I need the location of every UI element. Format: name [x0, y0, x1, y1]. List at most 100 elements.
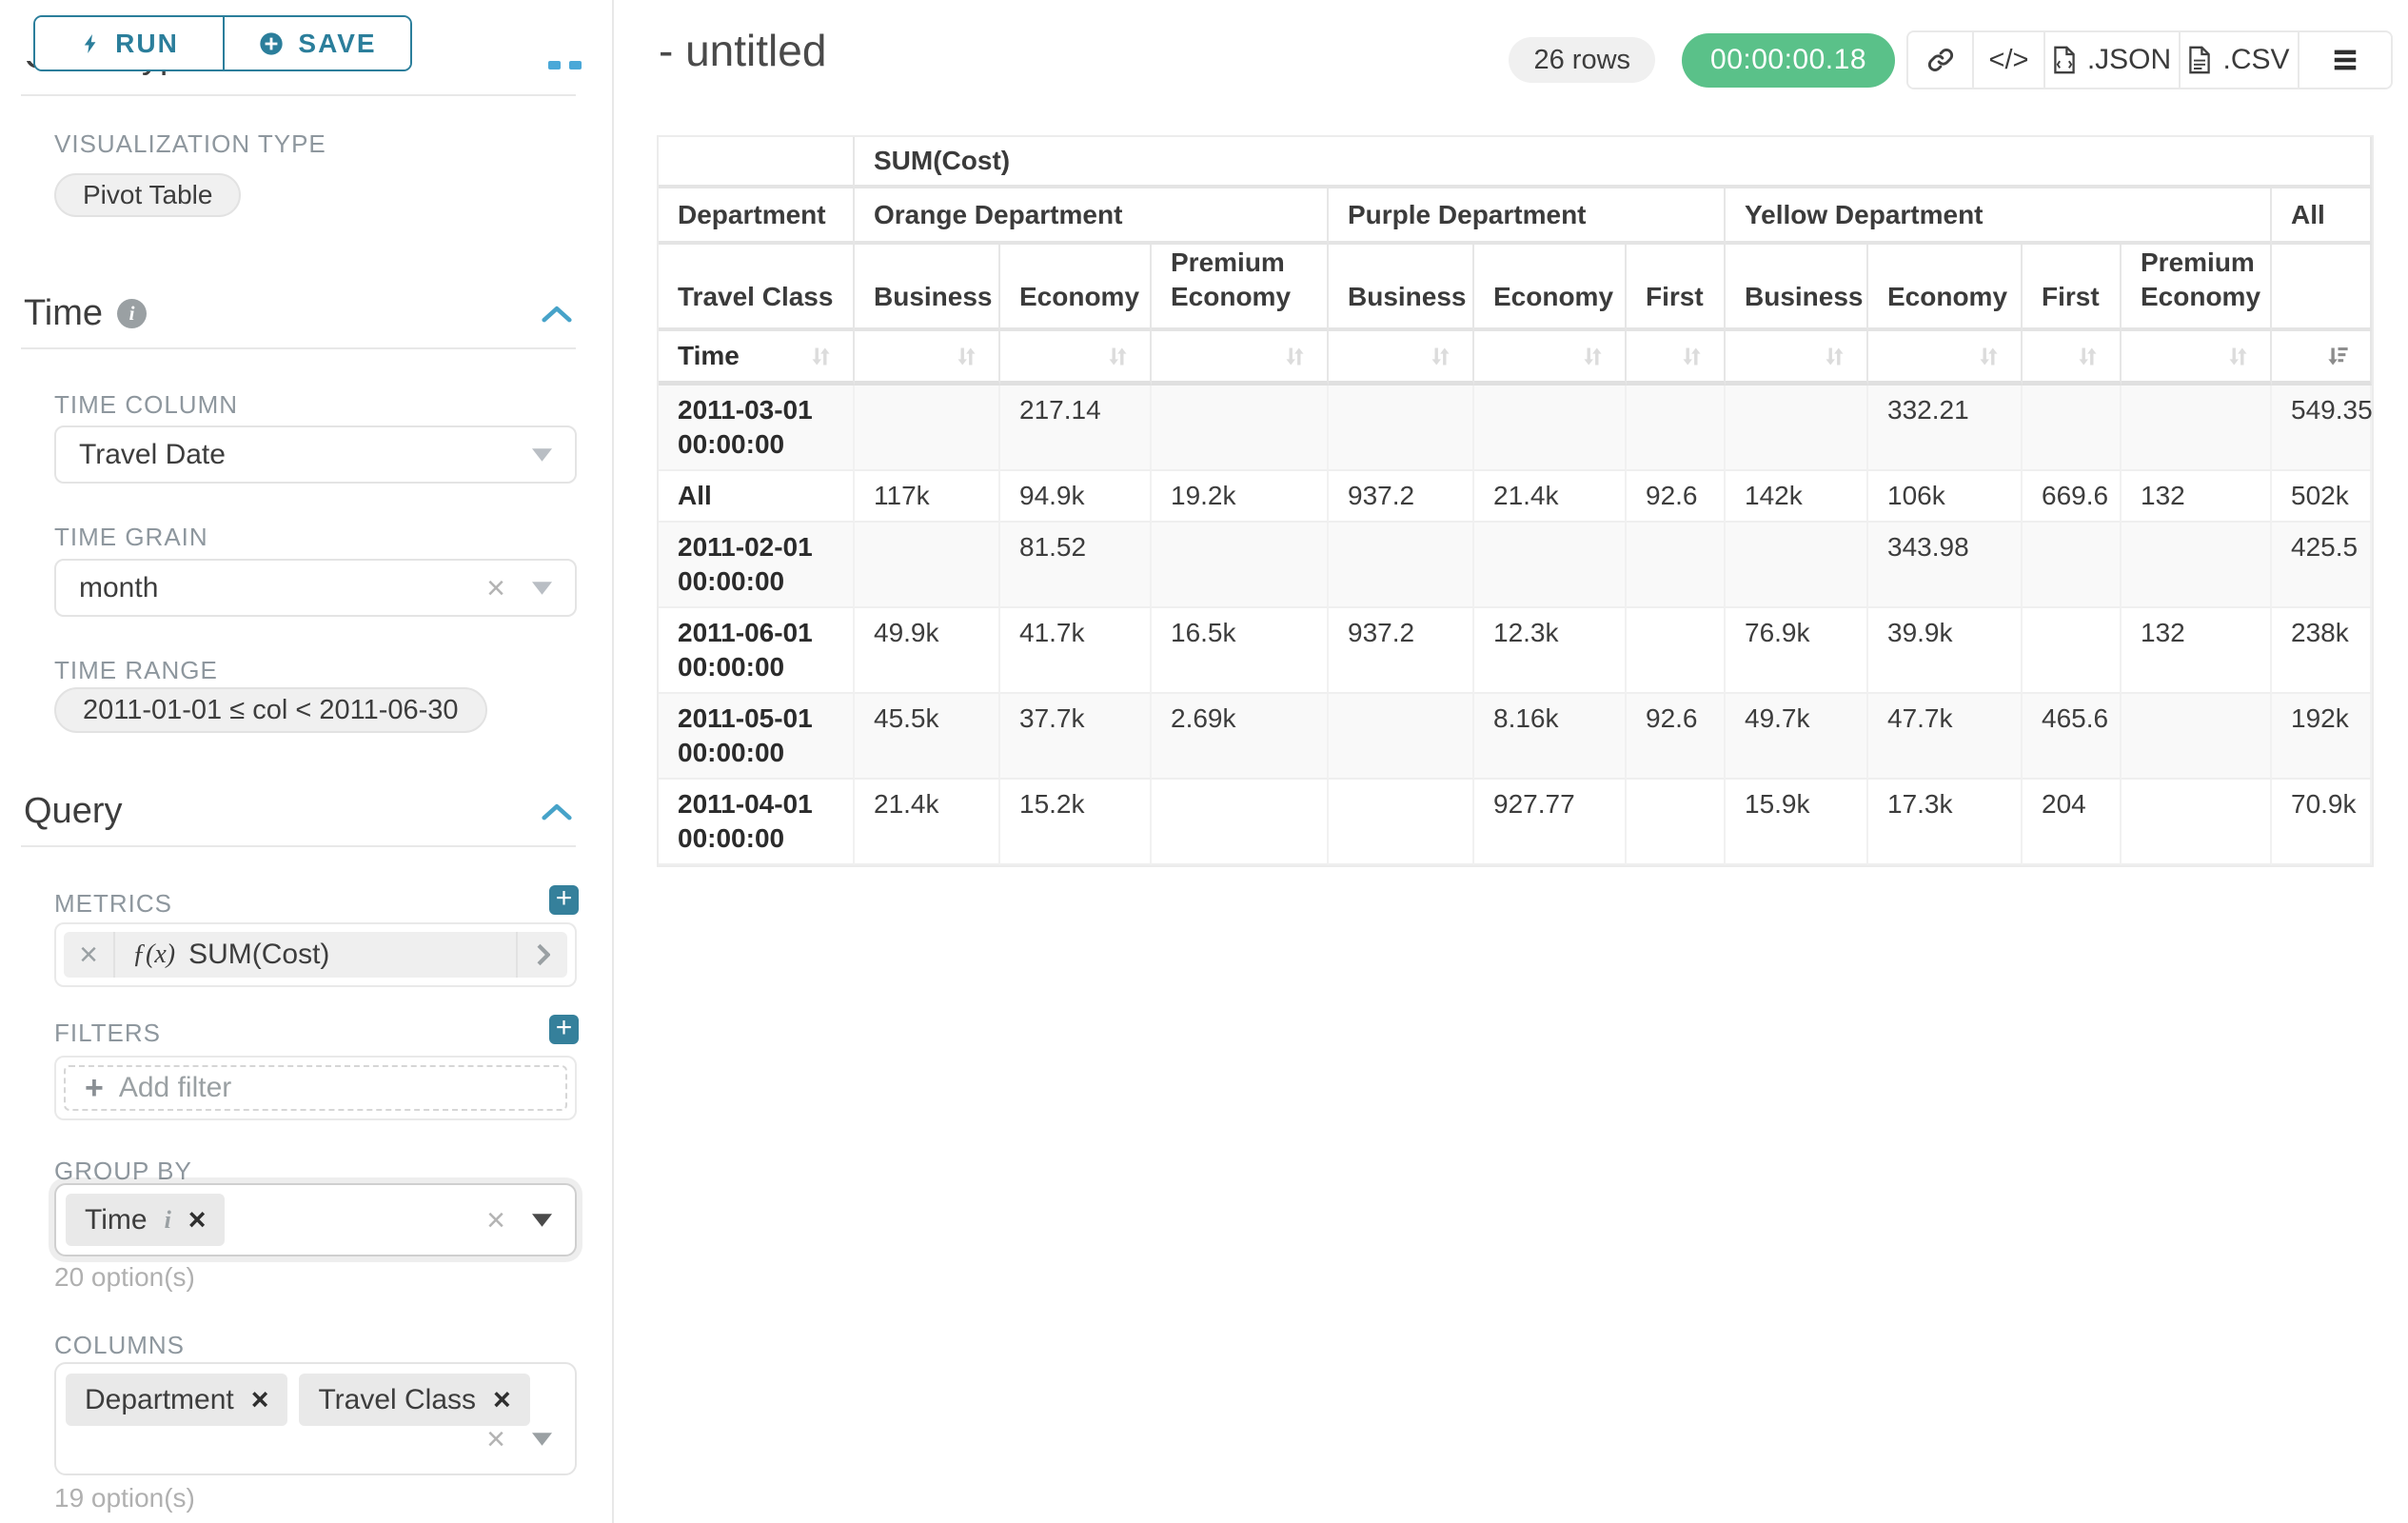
time-range-label: TIME RANGE	[54, 656, 218, 685]
metrics-container: × ƒ(x) SUM(Cost)	[54, 922, 577, 987]
pivot-cell	[1627, 386, 1726, 471]
save-button-label: SAVE	[298, 29, 376, 59]
table-row: 2011-04-01 00:00:0021.4k15.2k927.7715.9k…	[659, 780, 2372, 865]
add-filter-plus-button[interactable]: +	[549, 1015, 579, 1044]
pivot-cell	[2122, 694, 2272, 780]
sort-header[interactable]	[855, 331, 1000, 386]
table-row: All117k94.9k19.2k937.221.4k92.6142k106k6…	[659, 471, 2372, 523]
more-options-button[interactable]	[2298, 32, 2391, 88]
sort-header[interactable]	[2023, 331, 2122, 386]
export-json-button[interactable]: .JSON	[2043, 32, 2179, 88]
pivot-subcol-header: First	[2023, 245, 2122, 331]
chevron-up-icon[interactable]	[542, 305, 572, 323]
group-by-label: GROUP BY	[54, 1157, 192, 1186]
sort-header[interactable]	[1152, 331, 1329, 386]
info-icon[interactable]: i	[165, 1206, 171, 1235]
time-section-header[interactable]: Time i	[24, 293, 147, 334]
remove-tag-icon[interactable]: ×	[493, 1382, 511, 1417]
group-by-options-count: 20 option(s)	[54, 1262, 195, 1293]
share-link-button[interactable]	[1908, 32, 1972, 88]
code-icon: </>	[1989, 45, 2029, 76]
filters-container: + Add filter	[54, 1056, 577, 1120]
clear-icon[interactable]: ×	[486, 1423, 505, 1455]
remove-metric-icon[interactable]: ×	[64, 932, 115, 978]
chart-title[interactable]: - untitled	[659, 25, 826, 76]
sort-header[interactable]	[1329, 331, 1474, 386]
sort-header[interactable]	[1726, 331, 1868, 386]
sort-header[interactable]	[1474, 331, 1627, 386]
pivot-cell: 238k	[2272, 608, 2372, 694]
sort-header[interactable]	[2272, 331, 2372, 386]
pivot-cell: 132	[2122, 608, 2272, 694]
pivot-subcol-header: Economy	[1474, 245, 1627, 331]
pivot-cell: 76.9k	[1726, 608, 1868, 694]
save-button[interactable]: SAVE	[223, 17, 410, 69]
pivot-cell	[1329, 523, 1474, 608]
group-by-tag[interactable]: Time i ×	[66, 1194, 225, 1246]
lightning-bolt-icon	[79, 30, 102, 58]
clear-icon[interactable]: ×	[486, 1204, 505, 1236]
pivot-cell: 37.7k	[1000, 694, 1152, 780]
group-by-select[interactable]: Time i × ×	[54, 1183, 577, 1256]
sort-arrows-icon	[1976, 344, 2002, 369]
row-dim-label: Time	[678, 339, 740, 373]
visualization-type-label: VISUALIZATION TYPE	[54, 129, 326, 159]
pivot-subcol-header: First	[1627, 245, 1726, 331]
time-range-pill[interactable]: 2011-01-01 ≤ col < 2011-06-30	[54, 687, 487, 733]
pivot-cell: 192k	[2272, 694, 2372, 780]
pivot-cell: 45.5k	[855, 694, 1000, 780]
pivot-cell	[1329, 780, 1474, 865]
sort-header[interactable]	[1627, 331, 1726, 386]
remove-tag-icon[interactable]: ×	[188, 1202, 207, 1237]
hamburger-menu-icon	[2331, 46, 2359, 74]
columns-tag[interactable]: Department ×	[66, 1374, 287, 1426]
pivot-cell: 17.3k	[1868, 780, 2023, 865]
table-row: 2011-03-01 00:00:00217.14332.21549.35	[659, 386, 2372, 471]
pivot-cell: 70.9k	[2272, 780, 2372, 865]
caret-down-icon[interactable]	[532, 582, 552, 595]
sort-header[interactable]	[1000, 331, 1152, 386]
clear-icon[interactable]: ×	[486, 572, 505, 604]
pivot-cell: 8.16k	[1474, 694, 1627, 780]
query-section-title: Query	[24, 791, 122, 832]
chevron-right-icon[interactable]	[516, 932, 567, 978]
time-grain-label: TIME GRAIN	[54, 523, 208, 552]
query-section-header[interactable]: Query	[24, 791, 122, 832]
sort-arrows-icon	[2075, 344, 2101, 369]
add-metric-button[interactable]: +	[549, 885, 579, 915]
add-filter-button[interactable]: + Add filter	[64, 1065, 567, 1111]
pivot-cell: 16.5k	[1152, 608, 1329, 694]
pivot-cell	[1152, 386, 1329, 471]
remove-tag-icon[interactable]: ×	[251, 1382, 269, 1417]
sort-header[interactable]	[2122, 331, 2272, 386]
pivot-cell	[2122, 523, 2272, 608]
link-icon	[1926, 46, 1955, 74]
pivot-cell: 465.6	[2023, 694, 2122, 780]
sort-arrows-icon	[2225, 344, 2251, 369]
caret-down-icon[interactable]	[532, 1214, 552, 1227]
sort-arrows-icon	[1822, 344, 1847, 369]
columns-tag[interactable]: Travel Class ×	[299, 1374, 529, 1426]
info-icon[interactable]: i	[117, 299, 147, 328]
sort-arrows-icon	[1428, 344, 1453, 369]
table-row: 2011-05-01 00:00:0045.5k37.7k2.69k8.16k9…	[659, 694, 2372, 780]
sort-header[interactable]	[1868, 331, 2023, 386]
visualization-type-pill[interactable]: Pivot Table	[54, 173, 241, 217]
embed-code-button[interactable]: </>	[1972, 32, 2043, 88]
export-csv-button[interactable]: .CSV	[2179, 32, 2298, 88]
time-column-label: TIME COLUMN	[54, 390, 238, 420]
pivot-subcol-header: Economy	[1000, 245, 1152, 331]
columns-tag-label: Travel Class	[318, 1384, 476, 1416]
time-grain-select[interactable]: month ×	[54, 559, 577, 617]
caret-down-icon[interactable]	[532, 1433, 552, 1446]
pivot-cell	[1627, 523, 1726, 608]
run-button[interactable]: RUN	[35, 17, 223, 69]
caret-down-icon[interactable]	[532, 448, 552, 462]
time-column-select[interactable]: Travel Date	[54, 425, 577, 484]
chevron-up-icon[interactable]	[542, 802, 572, 821]
metric-pill[interactable]: × ƒ(x) SUM(Cost)	[64, 932, 567, 978]
sort-header-time[interactable]: Time	[659, 331, 855, 386]
pivot-cell: 12.3k	[1474, 608, 1627, 694]
time-grain-value: month	[79, 572, 158, 604]
columns-select[interactable]: Department × Travel Class × ×	[54, 1362, 577, 1475]
